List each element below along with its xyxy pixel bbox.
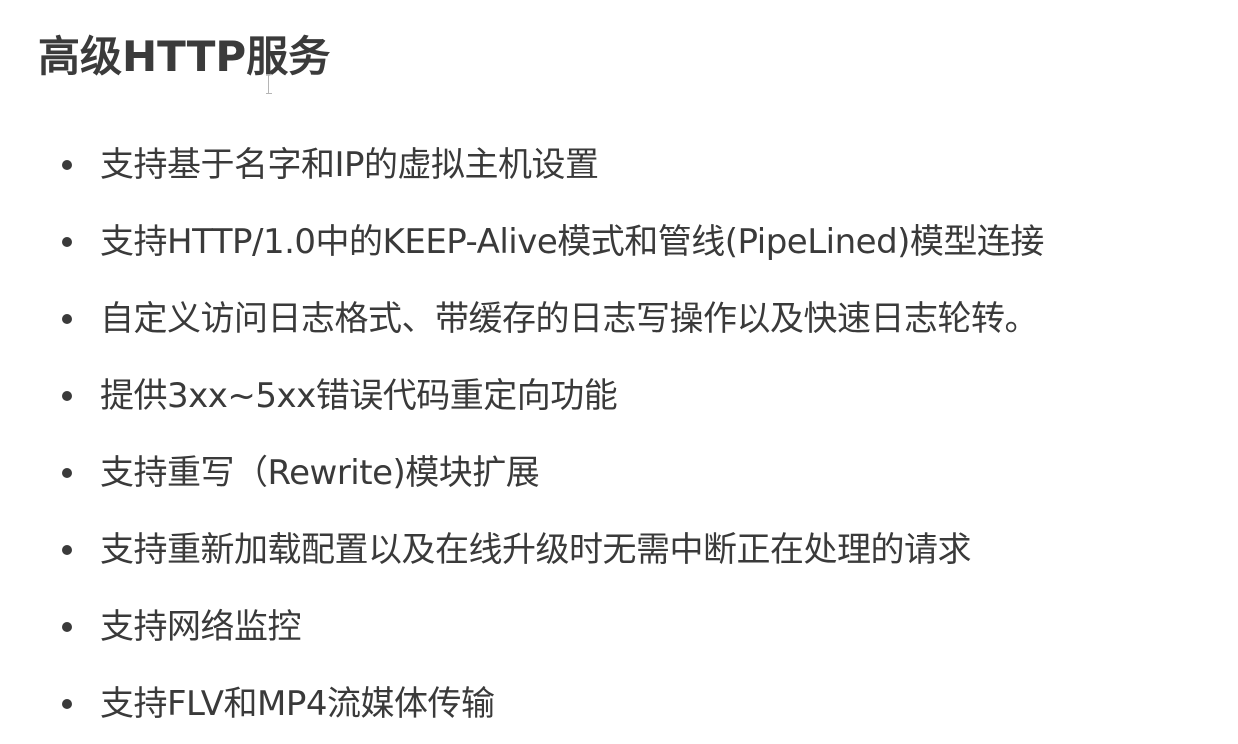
list-item: 提供3xx~5xx错误代码重定向功能 — [58, 357, 1218, 434]
list-item: 支持重新加载配置以及在线升级时无需中断正在处理的请求 — [58, 511, 1218, 588]
list-item-text: 支持基于名字和IP的虚拟主机设置 — [100, 144, 599, 185]
bullet-icon — [62, 621, 72, 632]
list-item: 支持基于名字和IP的虚拟主机设置 — [58, 126, 1218, 203]
list-item-text: 支持网络监控 — [100, 606, 302, 647]
page-title: 高级HTTP服务 — [38, 32, 331, 81]
list-item: 支持网络监控 — [58, 588, 1218, 665]
list-item-text: 支持重写（Rewrite)模块扩展 — [100, 452, 540, 493]
bullet-icon — [62, 467, 72, 478]
list-item-text: 支持重新加载配置以及在线升级时无需中断正在处理的请求 — [100, 529, 972, 570]
list-item: 支持FLV和MP4流媒体传输 — [58, 665, 1218, 742]
list-item-text: 支持FLV和MP4流媒体传输 — [100, 683, 495, 724]
list-item: 支持重写（Rewrite)模块扩展 — [58, 434, 1218, 511]
feature-list: 支持基于名字和IP的虚拟主机设置 支持HTTP/1.0中的KEEP-Alive模… — [58, 126, 1218, 742]
list-item-text: 提供3xx~5xx错误代码重定向功能 — [100, 375, 618, 416]
bullet-icon — [62, 236, 72, 247]
list-item-text: 支持HTTP/1.0中的KEEP-Alive模式和管线(PipeLined)模型… — [100, 221, 1044, 262]
bullet-icon — [62, 698, 72, 709]
list-item-text: 自定义访问日志格式、带缓存的日志写操作以及快速日志轮转。 — [100, 298, 1039, 339]
bullet-icon — [62, 390, 72, 401]
text-cursor-icon — [266, 74, 272, 94]
bullet-icon — [62, 159, 72, 170]
bullet-icon — [62, 313, 72, 324]
list-item: 支持HTTP/1.0中的KEEP-Alive模式和管线(PipeLined)模型… — [58, 203, 1218, 280]
slide-page: 高级HTTP服务 支持基于名字和IP的虚拟主机设置 支持HTTP/1.0中的KE… — [0, 0, 1238, 744]
bullet-icon — [62, 544, 72, 555]
list-item: 自定义访问日志格式、带缓存的日志写操作以及快速日志轮转。 — [58, 280, 1218, 357]
